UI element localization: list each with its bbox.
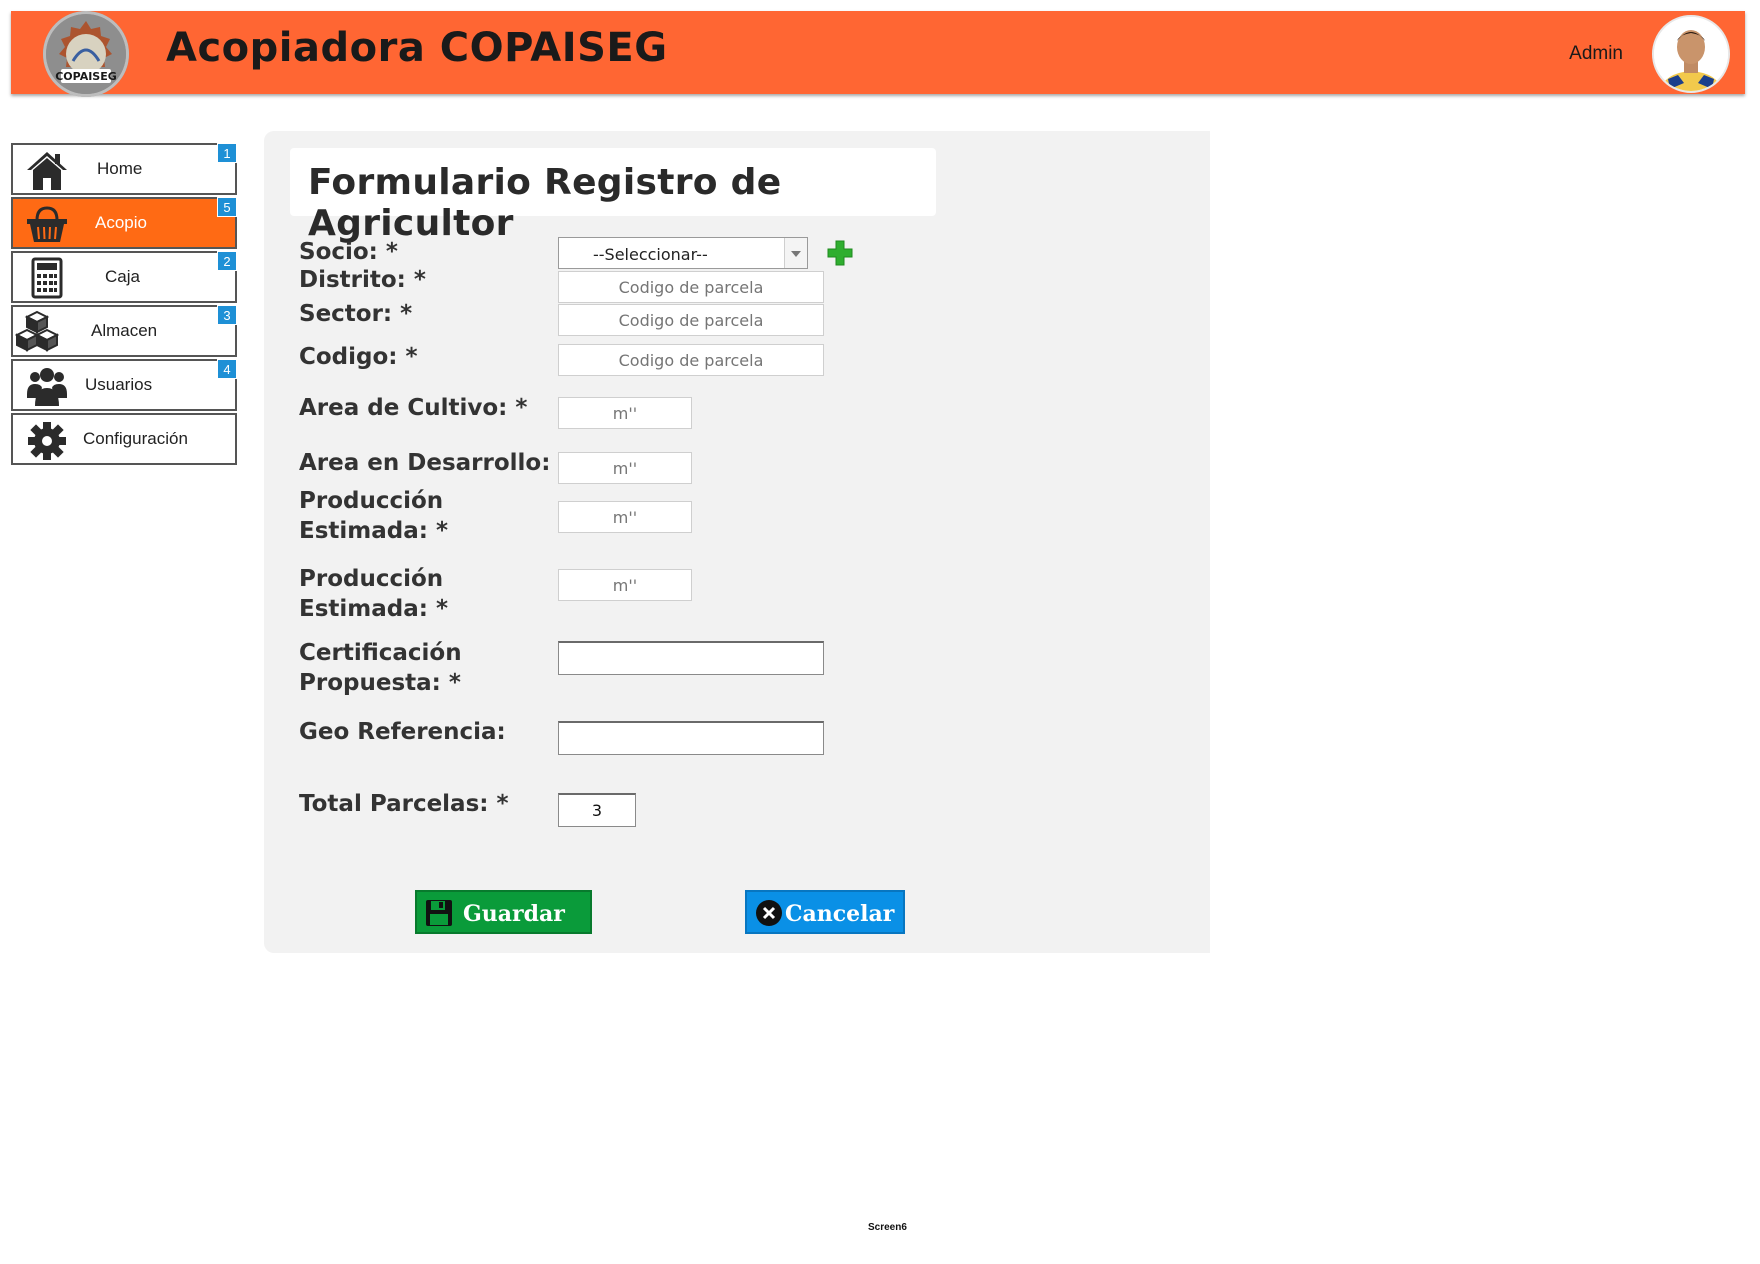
calculator-icon	[31, 257, 63, 299]
screen-label: Screen6	[868, 1222, 907, 1233]
socio-select[interactable]: --Seleccionar--	[558, 237, 808, 269]
sidebar-item-label: Acopio	[95, 213, 147, 232]
sidebar-item-home[interactable]: Home 1	[11, 143, 237, 195]
area-desarrollo-label: Area en Desarrollo: *	[299, 450, 571, 476]
label-line: Certificación	[299, 640, 462, 666]
chevron-down-icon[interactable]	[784, 238, 807, 268]
sidebar-item-acopio[interactable]: Acopio 5	[11, 197, 237, 249]
app-title: Acopiadora COPAISEG	[166, 25, 668, 71]
notification-badge: 2	[217, 251, 237, 271]
sidebar-item-usuarios[interactable]: Usuarios 4	[11, 359, 237, 411]
gear-icon	[28, 422, 66, 460]
area-cultivo-input[interactable]	[558, 397, 692, 429]
distrito-input[interactable]	[558, 271, 824, 303]
svg-text:COPAISEG: COPAISEG	[55, 70, 117, 83]
users-icon	[27, 368, 67, 406]
geo-referencia-label: Geo Referencia:	[299, 719, 506, 745]
close-circle-icon	[756, 900, 782, 926]
sidebar-item-almacen[interactable]: Almacen 3	[11, 305, 237, 357]
form-title: Formulario Registro de Agricultor	[308, 162, 782, 244]
produccion-estimada-2-label: Producción Estimada: *	[299, 564, 448, 624]
copaiseg-logo[interactable]: COPAISEG	[43, 11, 129, 97]
sector-label: Sector: *	[299, 301, 413, 327]
label-line: Producción	[299, 488, 444, 514]
area-desarrollo-input[interactable]	[558, 452, 692, 484]
produccion-estimada-2-input[interactable]	[558, 569, 692, 601]
sidebar-item-label: Usuarios	[85, 375, 153, 394]
geo-referencia-input[interactable]	[558, 721, 824, 755]
form-title-box: Formulario Registro de Agricultor	[290, 148, 936, 244]
save-button-label: Guardar	[463, 901, 565, 927]
basket-icon	[27, 206, 67, 242]
user-name[interactable]: Admin	[1569, 43, 1623, 65]
distrito-label: Distrito: *	[299, 267, 426, 293]
floppy-disk-icon	[426, 900, 452, 926]
produccion-estimada-label: Producción Estimada: *	[299, 486, 448, 546]
codigo-label: Codigo: *	[299, 344, 418, 370]
sidebar-item-caja[interactable]: Caja 2	[11, 251, 237, 303]
boxes-icon	[15, 310, 59, 352]
sidebar-nav: Home 1 Acopio 5 Caja 2 Almacen 3 Usuario…	[11, 143, 237, 465]
label-line: Producción	[299, 566, 444, 592]
total-parcelas-input[interactable]	[558, 793, 636, 827]
notification-badge: 4	[217, 359, 237, 379]
label-line: Propuesta: *	[299, 670, 461, 696]
certificacion-input[interactable]	[558, 641, 824, 675]
user-avatar[interactable]	[1652, 15, 1730, 93]
sidebar-item-label: Configuración	[83, 429, 188, 448]
sidebar-item-configuracion[interactable]: Configuración	[11, 413, 237, 465]
socio-select-value: --Seleccionar--	[593, 245, 708, 264]
codigo-input[interactable]	[558, 344, 824, 376]
save-button[interactable]: Guardar	[415, 890, 592, 934]
sidebar-item-label: Home	[97, 159, 143, 178]
app-header: COPAISEG Acopiadora COPAISEG Admin	[11, 11, 1745, 97]
sidebar-item-label: Caja	[105, 267, 140, 286]
form-panel: Formulario Registro de Agricultor Socio:…	[264, 131, 1210, 953]
home-icon	[27, 152, 67, 190]
total-parcelas-label: Total Parcelas: *	[299, 791, 509, 817]
notification-badge: 1	[217, 143, 237, 163]
produccion-estimada-input[interactable]	[558, 501, 692, 533]
certificacion-label: Certificación Propuesta: *	[299, 638, 462, 698]
add-socio-icon[interactable]	[826, 239, 854, 267]
notification-badge: 5	[217, 197, 237, 217]
label-line: Estimada: *	[299, 518, 448, 544]
sidebar-item-label: Almacen	[91, 321, 158, 340]
cancel-button-label: Cancelar	[785, 901, 895, 927]
area-cultivo-label: Area de Cultivo: *	[299, 395, 528, 421]
sector-input[interactable]	[558, 304, 824, 336]
label-line: Estimada: *	[299, 596, 448, 622]
socio-label: Socio: *	[299, 239, 398, 265]
cancel-button[interactable]: Cancelar	[745, 890, 905, 934]
notification-badge: 3	[217, 305, 237, 325]
